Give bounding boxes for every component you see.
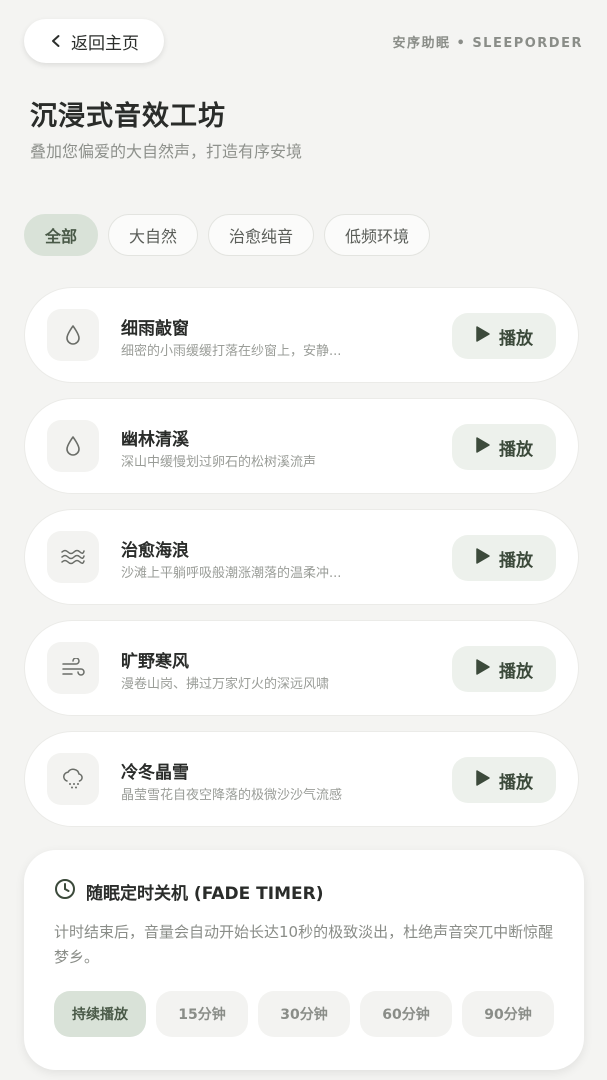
play-icon (475, 769, 491, 792)
timer-duration-options: 持续播放 15分钟 30分钟 60分钟 90分钟 (54, 991, 554, 1037)
sound-card: 幽林清溪 深山中缓慢划过卵石的松树溪流声 播放 (24, 398, 579, 494)
sound-list: 细雨敲窗 细密的小雨缓缓打落在纱窗上，安静... 播放 幽林清溪 深山中缓慢划过… (24, 287, 579, 827)
brand-label: 安序助眠 • SLEEPORDER (392, 36, 583, 51)
top-bar: 返回主页 安序助眠 • SLEEPORDER (0, 0, 607, 84)
category-filters: 全部 大自然 治愈纯音 低频环境 (24, 214, 431, 256)
sound-card: 冷冬晶雪 晶莹雪花自夜空降落的极微沙沙气流感 播放 (24, 731, 579, 827)
sound-name: 细雨敲窗 (121, 319, 189, 339)
filter-chip-healing[interactable]: 治愈纯音 (208, 214, 315, 256)
play-icon (475, 547, 491, 570)
back-button-label: 返回主页 (71, 33, 139, 54)
sound-name: 幽林清溪 (121, 430, 189, 450)
timer-title: 随眠定时关机 (FADE TIMER) (86, 883, 324, 904)
filter-chip-all[interactable]: 全部 (24, 214, 99, 256)
timer-option-90min[interactable]: 90分钟 (462, 991, 554, 1037)
sound-description: 晶莹雪花自夜空降落的极微沙沙气流感 (121, 788, 343, 803)
sound-card: 细雨敲窗 细密的小雨缓缓打落在纱窗上，安静... 播放 (24, 287, 579, 383)
sound-name: 治愈海浪 (121, 541, 189, 561)
wind-icon (47, 642, 99, 694)
play-button-label: 播放 (499, 439, 533, 460)
play-button[interactable]: 播放 (452, 424, 556, 470)
sound-card: 治愈海浪 沙滩上平躺呼吸般潮涨潮落的温柔冲... 播放 (24, 509, 579, 605)
chevron-left-icon (49, 34, 63, 48)
play-icon (475, 658, 491, 681)
play-button-label: 播放 (499, 661, 533, 682)
play-button-label: 播放 (499, 550, 533, 571)
play-icon (475, 325, 491, 348)
play-button[interactable]: 播放 (452, 313, 556, 359)
timer-option-15min[interactable]: 15分钟 (156, 991, 248, 1037)
timer-option-60min[interactable]: 60分钟 (360, 991, 452, 1037)
page-title: 沉浸式音效工坊 (30, 101, 226, 132)
sound-card: 旷野寒风 漫卷山岗、拂过万家灯火的深远风啸 播放 (24, 620, 579, 716)
play-button[interactable]: 播放 (452, 535, 556, 581)
sound-name: 旷野寒风 (121, 652, 189, 672)
clock-icon (54, 878, 76, 904)
droplet-icon (47, 309, 99, 361)
play-button-label: 播放 (499, 772, 533, 793)
sound-description: 细密的小雨缓缓打落在纱窗上，安静... (121, 344, 342, 359)
sound-description: 漫卷山岗、拂过万家灯火的深远风啸 (121, 677, 330, 692)
play-button[interactable]: 播放 (452, 646, 556, 692)
play-icon (475, 436, 491, 459)
back-button[interactable]: 返回主页 (24, 19, 164, 63)
filter-chip-nature[interactable]: 大自然 (108, 214, 199, 256)
sound-description: 深山中缓慢划过卵石的松树溪流声 (121, 455, 317, 470)
play-button-label: 播放 (499, 328, 533, 349)
timer-option-30min[interactable]: 30分钟 (258, 991, 350, 1037)
fade-timer-panel: 随眠定时关机 (FADE TIMER) 计时结束后，音量会自动开始长达10秒的极… (24, 850, 584, 1070)
droplet-icon (47, 420, 99, 472)
play-button[interactable]: 播放 (452, 757, 556, 803)
timer-option-continuous[interactable]: 持续播放 (54, 991, 146, 1037)
sound-description: 沙滩上平躺呼吸般潮涨潮落的温柔冲... (121, 566, 342, 581)
filter-chip-low-frequency[interactable]: 低频环境 (324, 214, 431, 256)
waves-icon (47, 531, 99, 583)
cloud-snow-icon (47, 753, 99, 805)
timer-header: 随眠定时关机 (FADE TIMER) (54, 878, 323, 904)
sound-name: 冷冬晶雪 (121, 763, 189, 783)
timer-description: 计时结束后，音量会自动开始长达10秒的极致淡出，杜绝声音突兀中断惊醒梦乡。 (54, 923, 554, 966)
page-subtitle: 叠加您偏爱的大自然声，打造有序安境 (30, 142, 303, 161)
